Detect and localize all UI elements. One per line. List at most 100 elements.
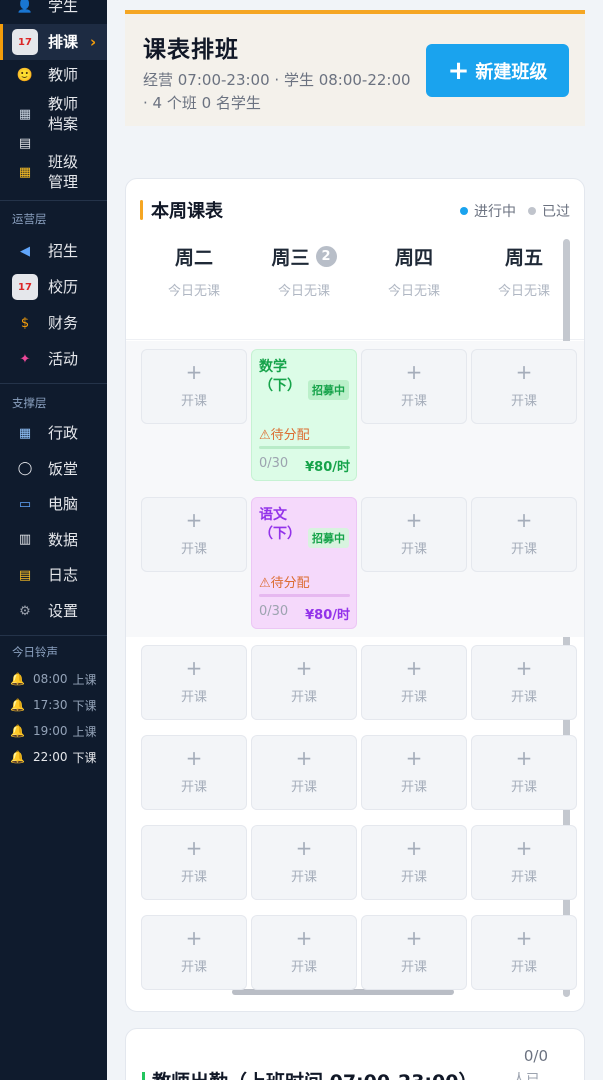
course-card[interactable]: 语文（下） 招募中 ⚠待分配 0/30 ¥80/时	[251, 497, 357, 629]
course-price: ¥80/时	[305, 608, 350, 623]
bell-item: 🔔 22:00 下课	[0, 744, 107, 770]
bell-label: 下课	[72, 750, 97, 765]
sidebar-item[interactable]: 👤 学生	[0, 0, 107, 24]
open-class-slot[interactable]: + 开课	[141, 497, 247, 572]
open-class-slot[interactable]: + 开课	[251, 645, 357, 720]
attendance-title: 教师出勤（上班时间 07:00-23:00）	[152, 1067, 477, 1080]
open-class-slot[interactable]: + 开课	[361, 645, 467, 720]
student-icon: 👤	[16, 0, 34, 14]
open-class-label: 开课	[180, 780, 207, 795]
open-class-slot[interactable]: + 开课	[251, 915, 357, 990]
sidebar-item[interactable]: 🙂 教师	[0, 60, 107, 90]
day-status: 今日无课	[167, 284, 220, 299]
open-class-slot[interactable]: + 开课	[361, 497, 467, 572]
plus-icon: +	[515, 508, 533, 532]
sidebar-item-label: 学生	[48, 0, 79, 15]
divider	[0, 635, 107, 636]
open-class-slot[interactable]: + 开课	[361, 349, 467, 424]
plus-icon: +	[515, 656, 533, 680]
day-name-text: 周四	[394, 247, 433, 269]
sidebar-item[interactable]: 17 排课 ›	[0, 24, 107, 60]
open-class-slot[interactable]: + 开课	[141, 735, 247, 810]
plate-icon: ◯	[17, 461, 33, 476]
clipboard-icon: ▤	[18, 567, 32, 583]
sidebar-item-label: 行政	[48, 424, 79, 442]
day-status: 今日无课	[277, 284, 330, 299]
open-class-slot[interactable]: + 开课	[471, 349, 577, 424]
open-class-slot[interactable]: + 开课	[471, 825, 577, 900]
course-price: ¥80/时	[305, 460, 350, 475]
plus-icon: +	[185, 656, 203, 680]
open-class-slot[interactable]: + 开课	[141, 349, 247, 424]
accent-bar	[140, 200, 143, 220]
open-class-slot[interactable]: + 开课	[251, 735, 357, 810]
enrollment-progress-bar	[259, 446, 350, 449]
money-bag-icon: $	[20, 315, 30, 331]
open-class-slot[interactable]: + 开课	[471, 497, 577, 572]
school-icon: ▦	[18, 164, 32, 180]
open-class-label: 开课	[180, 542, 207, 557]
enrollment-progress-bar	[259, 594, 350, 597]
open-class-label: 开课	[290, 960, 317, 975]
bell-time: 22:00	[32, 750, 68, 764]
accent-bar	[142, 1072, 145, 1080]
sidebar-item-label: 教师档案	[48, 95, 79, 133]
sidebar-item[interactable]: ◯ 饭堂	[0, 451, 107, 486]
sidebar-item[interactable]: 17 校历	[0, 269, 107, 305]
sidebar-item-label: 校历	[48, 278, 79, 296]
legend-dot	[528, 207, 536, 215]
bell-icon: 🔔	[10, 750, 25, 764]
day-name: 周二	[141, 243, 247, 270]
section-title-bells: 今日铃声	[12, 645, 58, 659]
sidebar-item[interactable]: ▭ 电脑	[0, 486, 107, 522]
weekly-schedule-card: 本周课表 进行中 已过 周二 今日无课 周三 2 今日无课 周四 今日无课 周五 今日无课 + 开课数…	[125, 178, 585, 1012]
sidebar-item[interactable]: ▦ 行政	[0, 415, 107, 451]
sidebar-item[interactable]: ⚙ 设置	[0, 593, 107, 629]
plus-icon: +	[515, 836, 533, 860]
open-class-slot[interactable]: + 开课	[141, 825, 247, 900]
day-header: 周二 今日无课	[141, 243, 247, 299]
sidebar-item-label: 饭堂	[48, 459, 79, 478]
open-class-slot[interactable]: + 开课	[471, 735, 577, 810]
bell-item: 🔔 08:00 上课	[0, 666, 107, 692]
open-class-slot[interactable]: + 开课	[361, 825, 467, 900]
course-card[interactable]: 数学（下） 招募中 ⚠待分配 0/30 ¥80/时	[251, 349, 357, 481]
legend-item: 已过	[528, 201, 570, 221]
sidebar-item[interactable]: ▤	[0, 136, 107, 151]
schedule-header: 本周课表	[140, 197, 223, 223]
open-class-slot[interactable]: + 开课	[251, 825, 357, 900]
open-class-label: 开课	[510, 960, 537, 975]
plus-icon: +	[515, 926, 533, 950]
plus-icon: +	[295, 746, 313, 770]
bell-icon: 🔔	[10, 724, 25, 738]
sidebar-item-label: 排课	[48, 33, 79, 51]
open-class-label: 开课	[290, 870, 317, 885]
plus-icon: +	[515, 360, 533, 384]
sidebar: 👤 学生 17 排课 › 🙂 教师 ▦ 教师档案 ▤ ▦ 班级管理 运营层 ◀ 招生 17 校历 $ 财务 ✦ 活动 支撑…	[0, 0, 107, 1080]
open-class-slot[interactable]: + 开课	[471, 915, 577, 990]
plus-icon: +	[405, 746, 423, 770]
plus-icon: +	[405, 836, 423, 860]
sidebar-item[interactable]: ▥ 数据	[0, 522, 107, 557]
open-class-slot[interactable]: + 开课	[471, 645, 577, 720]
open-class-slot[interactable]: + 开课	[361, 735, 467, 810]
bell-icon: 🔔	[10, 672, 25, 686]
sidebar-item[interactable]: ▤ 日志	[0, 557, 107, 593]
new-class-button[interactable]: + 新建班级	[426, 44, 569, 97]
open-class-slot[interactable]: + 开课	[141, 645, 247, 720]
sidebar-item[interactable]: ◀ 招生	[0, 233, 107, 269]
open-class-label: 开课	[400, 690, 427, 705]
sidebar-item[interactable]: $ 财务	[0, 305, 107, 341]
sidebar-item-label: 电脑	[48, 495, 79, 513]
open-class-label: 开课	[180, 394, 207, 409]
sidebar-item[interactable]: ✦ 活动	[0, 341, 107, 377]
legend-label: 已过	[542, 204, 570, 220]
open-class-slot[interactable]: + 开课	[361, 915, 467, 990]
open-class-slot[interactable]: + 开课	[141, 915, 247, 990]
attendance-count: 0/0	[523, 1047, 548, 1065]
attendance-extra: 人已	[512, 1072, 540, 1080]
bell-time: 08:00	[32, 672, 68, 686]
course-stats: 0/30 ¥80/时	[259, 456, 350, 475]
open-class-label: 开课	[180, 870, 207, 885]
open-class-label: 开课	[400, 542, 427, 557]
